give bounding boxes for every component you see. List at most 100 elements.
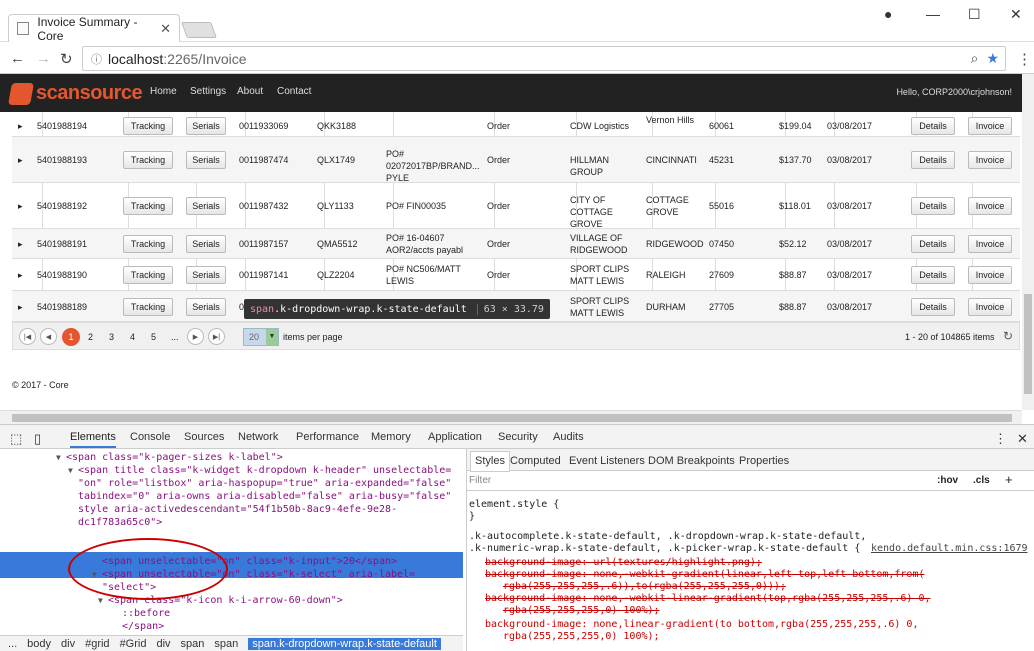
tab-computed[interactable]: Computed — [510, 455, 561, 467]
node-actions-icon[interactable]: ••• — [4, 529, 18, 542]
dom-node-line[interactable]: "on" role="listbox" aria-haspopup="true"… — [78, 477, 451, 490]
breadcrumb-item[interactable]: div — [156, 638, 170, 650]
expand-row-icon[interactable]: ▸ — [18, 269, 23, 281]
serials-button[interactable]: Serials — [186, 151, 226, 169]
minimize-icon[interactable]: — — [926, 6, 940, 22]
more-icon[interactable]: ⋮ — [994, 431, 1007, 447]
first-page-icon[interactable]: |◀ — [19, 328, 36, 345]
css-selector-line[interactable]: element.style { — [469, 499, 559, 511]
css-declaration-line[interactable]: background-image: none,-webkit-gradient(… — [485, 569, 925, 581]
page-horizontal-scrollbar[interactable] — [0, 410, 1022, 424]
prev-page-icon[interactable]: ◀ — [40, 328, 57, 345]
dom-node-line[interactable]: style aria-activedescendant="54f1b50b-8a… — [78, 503, 397, 516]
tracking-button[interactable]: Tracking — [123, 151, 173, 169]
expand-row-icon[interactable]: ▸ — [18, 154, 23, 166]
tab-sources[interactable]: Sources — [184, 431, 224, 443]
tab-memory[interactable]: Memory — [371, 431, 411, 443]
expand-row-icon[interactable]: ▸ — [18, 301, 23, 313]
close-window-icon[interactable]: ✕ — [1010, 6, 1022, 23]
css-selector-line[interactable]: } — [469, 511, 475, 523]
css-declaration-line[interactable]: rgba(255,255,255,0) 100%); — [503, 631, 660, 643]
details-button[interactable]: Details — [911, 151, 955, 169]
dom-node-line[interactable]: dc1f783a65c0"> — [78, 516, 162, 529]
page-vertical-scrollbar[interactable] — [1022, 74, 1034, 410]
breadcrumb-item[interactable]: span — [181, 638, 205, 650]
invoice-button[interactable]: Invoice — [968, 266, 1012, 284]
tab-styles[interactable]: Styles — [470, 451, 510, 472]
details-button[interactable]: Details — [911, 235, 955, 253]
tab-event-listeners[interactable]: Event Listeners — [569, 455, 645, 467]
chevron-down-icon[interactable]: ▼ — [266, 329, 278, 345]
inspect-icon[interactable]: ⬚ — [10, 431, 22, 447]
expand-row-icon[interactable]: ▸ — [18, 200, 23, 212]
tracking-button[interactable]: Tracking — [123, 266, 173, 284]
invoice-button[interactable]: Invoice — [968, 235, 1012, 253]
expand-row-icon[interactable]: ▸ — [18, 238, 23, 250]
refresh-icon[interactable]: ↻ — [1003, 329, 1013, 343]
hov-toggle[interactable]: :hov — [937, 475, 958, 486]
expand-node-icon[interactable]: ▼ — [80, 529, 85, 542]
tracking-button[interactable]: Tracking — [123, 197, 173, 215]
add-rule-button[interactable]: + — [1005, 472, 1013, 487]
css-declaration-line[interactable]: rgba(255,255,255,0) 100%); — [503, 605, 660, 617]
tab-audits[interactable]: Audits — [553, 431, 584, 443]
invoice-button[interactable]: Invoice — [968, 116, 1012, 135]
tracking-button[interactable]: Tracking — [123, 235, 173, 253]
breadcrumb-item[interactable]: #Grid — [120, 638, 147, 650]
page-size-dropdown[interactable]: 20 ▼ — [243, 328, 279, 346]
serials-button[interactable]: Serials — [186, 235, 226, 253]
user-greeting[interactable]: Hello, CORP2000\crjohnson! — [896, 87, 1012, 97]
css-declaration-line[interactable]: background-image: none,linear-gradient(t… — [485, 619, 918, 631]
tab-properties[interactable]: Properties — [739, 455, 789, 467]
tracking-button[interactable]: Tracking — [123, 116, 173, 135]
breadcrumb-item[interactable]: div — [61, 638, 75, 650]
expand-node-icon[interactable]: ▼ — [98, 594, 103, 607]
nav-settings[interactable]: Settings — [190, 86, 226, 97]
page-more[interactable]: ... — [171, 332, 179, 342]
serials-button[interactable]: Serials — [186, 266, 226, 284]
invoice-button[interactable]: Invoice — [968, 151, 1012, 169]
reload-icon[interactable]: ↻ — [60, 50, 73, 68]
breadcrumb-more[interactable]: ... — [8, 638, 17, 650]
dom-node-line[interactable]: <span title class="k-widget k-dropdown k… — [78, 464, 451, 477]
profile-icon[interactable]: ● — [884, 6, 892, 22]
css-declaration-line[interactable]: background-image: url(textures/highlight… — [485, 557, 762, 569]
url-input[interactable]: ⓘ localhost :2265/Invoice ⌕ ★ — [82, 46, 1006, 71]
details-button[interactable]: Details — [911, 266, 955, 284]
menu-icon[interactable]: ⋮ — [1017, 50, 1032, 68]
maximize-icon[interactable]: ☐ — [968, 6, 981, 23]
breadcrumb-item[interactable]: span — [214, 638, 238, 650]
scroll-thumb[interactable] — [12, 414, 1012, 422]
breadcrumb-item[interactable]: span.k-dropdown-wrap.k-state-default — [248, 637, 441, 650]
details-button[interactable]: Details — [911, 297, 955, 316]
page-5[interactable]: 5 — [151, 332, 156, 342]
breadcrumb-item[interactable]: body — [27, 638, 51, 650]
styles-filter-input[interactable]: Filter :hov .cls + — [467, 471, 1034, 491]
tab-dom-breakpoints[interactable]: DOM Breakpoints — [648, 455, 735, 467]
css-selector-line[interactable]: .k-numeric-wrap.k-state-default, .k-pick… — [469, 543, 860, 555]
details-button[interactable]: Details — [911, 116, 955, 135]
scroll-thumb[interactable] — [1024, 294, 1032, 394]
dom-node-line[interactable]: <span class="k-pager-sizes k-label"> — [66, 451, 283, 464]
invoice-button[interactable]: Invoice — [968, 297, 1012, 316]
new-tab-button[interactable] — [181, 22, 217, 38]
page-4[interactable]: 4 — [130, 332, 135, 342]
cls-toggle[interactable]: .cls — [973, 475, 990, 486]
bookmark-star-icon[interactable]: ★ — [986, 50, 999, 67]
css-declaration-line[interactable]: background-image: none,-webkit-linear-gr… — [485, 593, 931, 605]
expand-node-icon[interactable]: ▼ — [56, 451, 61, 464]
dom-node-line[interactable]: ::before — [122, 607, 170, 620]
invoice-button[interactable]: Invoice — [968, 197, 1012, 215]
tracking-button[interactable]: Tracking — [123, 297, 173, 316]
back-icon[interactable]: ← — [10, 50, 25, 67]
serials-button[interactable]: Serials — [186, 297, 226, 316]
forward-icon[interactable]: → — [36, 50, 51, 67]
serials-button[interactable]: Serials — [186, 197, 226, 215]
serials-button[interactable]: Serials — [186, 116, 226, 135]
page-3[interactable]: 3 — [109, 332, 114, 342]
page-1[interactable]: 1 — [62, 328, 80, 346]
expand-node-icon[interactable]: ▼ — [68, 464, 73, 477]
css-declaration-line[interactable]: rgba(255,255,255,.6)),to(rgba(255,255,25… — [503, 581, 786, 593]
tab-console[interactable]: Console — [130, 431, 170, 443]
tab-performance[interactable]: Performance — [296, 431, 359, 443]
